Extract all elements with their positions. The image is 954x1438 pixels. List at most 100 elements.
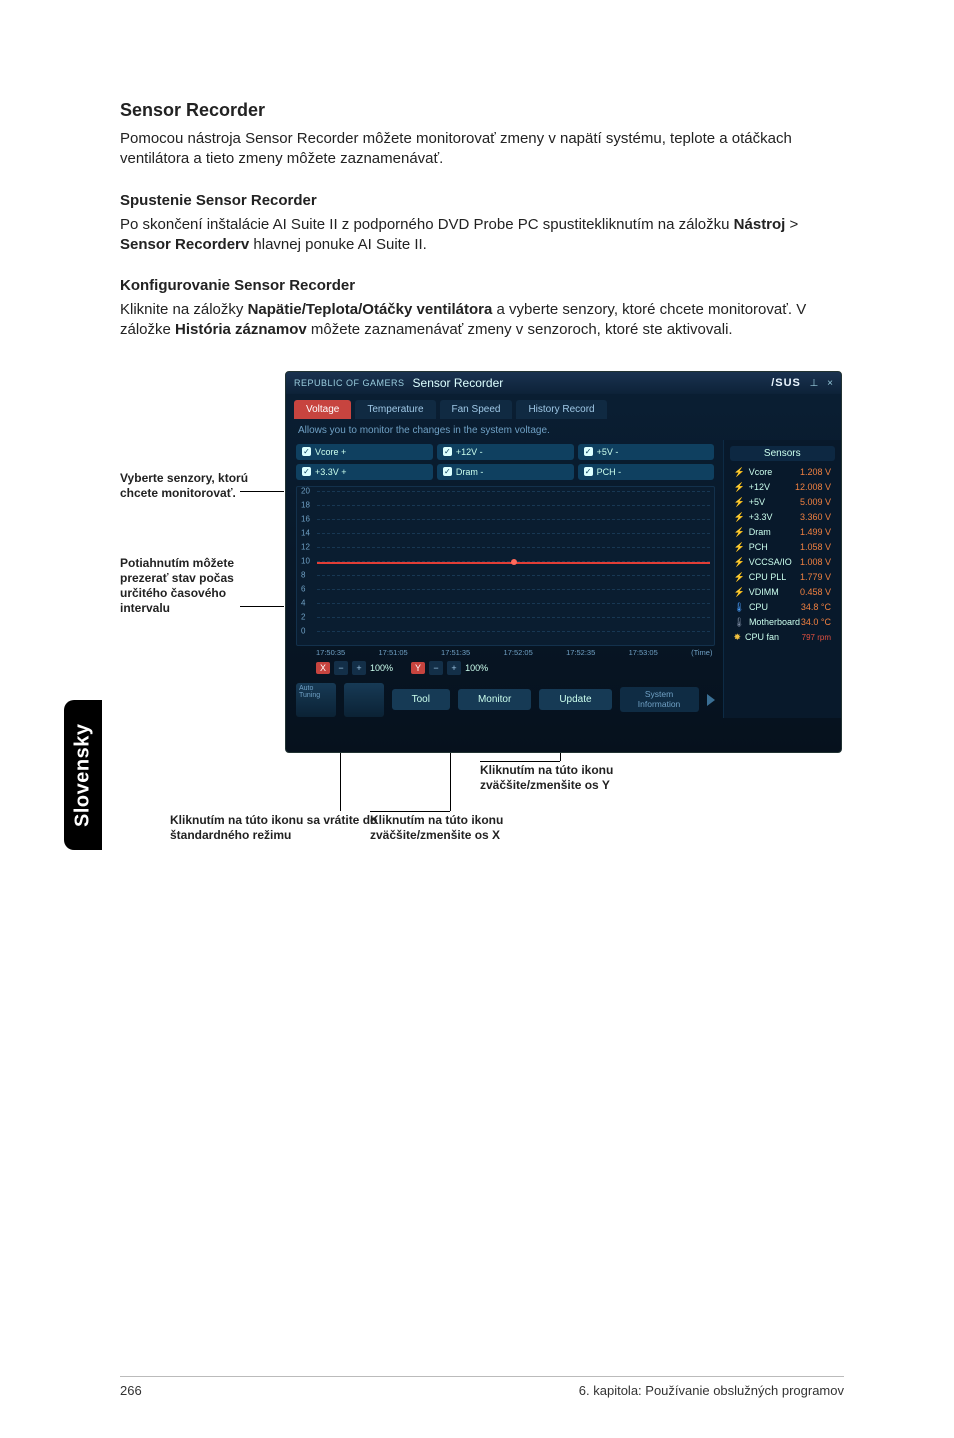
- bold-nastroj: Nástroj: [734, 216, 786, 233]
- paragraph-intro: Pomocou nástroja Sensor Recorder môžete …: [120, 129, 844, 170]
- sensor-row[interactable]: ⚡+12V12.008 V: [730, 480, 836, 495]
- checkbox-icon: ✓: [584, 467, 593, 476]
- sensor-value: 1.779 V: [800, 572, 831, 582]
- chart-gridline: [317, 533, 710, 534]
- tab-voltage[interactable]: Voltage: [294, 400, 351, 419]
- tab-temperature[interactable]: Temperature: [355, 400, 435, 419]
- sensor-icon: 🌡: [734, 602, 745, 612]
- zoom-y-label: Y: [411, 662, 425, 674]
- checkbox-label: +3.3V +: [315, 467, 347, 477]
- chart-x-tick: 17:51:35: [441, 648, 470, 657]
- sensor-name: CPU: [749, 602, 768, 612]
- sensor-icon: ⚡: [734, 482, 745, 492]
- sensor-icon: ⚡: [734, 557, 745, 567]
- text: >: [785, 216, 798, 233]
- sensor-checkbox[interactable]: ✓+3.3V +: [296, 464, 433, 480]
- chart-y-tick: 0: [301, 626, 305, 635]
- chart-gridline: [317, 631, 710, 632]
- sensor-icon: ⚡: [734, 527, 745, 537]
- system-info-button[interactable]: System Information: [620, 687, 699, 712]
- sensor-value: 1.208 V: [800, 467, 831, 477]
- sensor-icon: ⚡: [734, 512, 745, 522]
- text: Po skončení inštalácie AI Suite II z pod…: [120, 216, 734, 233]
- checkbox-icon: ✓: [302, 447, 311, 456]
- monitor-button[interactable]: Monitor: [458, 689, 531, 710]
- chart-gridline: [317, 547, 710, 548]
- sensor-name: Motherboard: [749, 617, 800, 627]
- sensor-value: 1.008 V: [800, 557, 831, 567]
- asus-logo: /SUS: [771, 377, 801, 389]
- sensor-checkbox[interactable]: ✓+12V -: [437, 444, 574, 460]
- text: Kliknite na záložky: [120, 301, 248, 318]
- checkbox-label: +5V -: [597, 447, 619, 457]
- chart-gridline: [317, 617, 710, 618]
- checkbox-icon: ✓: [584, 447, 593, 456]
- sensor-row[interactable]: ✸CPU fan797 rpm: [730, 630, 836, 645]
- sensor-checkbox[interactable]: ✓Dram -: [437, 464, 574, 480]
- figure-sensor-recorder: Vyberte senzory, ktorú chcete monitorova…: [120, 371, 844, 891]
- zoom-x-label: X: [316, 662, 330, 674]
- sensor-checkbox[interactable]: ✓Vcore +: [296, 444, 433, 460]
- sensor-row[interactable]: ⚡Vcore1.208 V: [730, 465, 836, 480]
- sensor-checkbox[interactable]: ✓ +5V -: [578, 444, 715, 460]
- bold-sensor-recorder: Sensor Recorderv: [120, 236, 249, 253]
- sensor-value: 12.008 V: [795, 482, 831, 492]
- zoom-y-in-button[interactable]: +: [447, 661, 461, 675]
- voltage-chart[interactable]: 20181614121086420: [296, 486, 715, 646]
- window-titlebar: REPUBLIC OF GAMERS Sensor Recorder /SUS …: [286, 372, 841, 394]
- sensor-row[interactable]: ⚡VDIMM0.458 V: [730, 585, 836, 600]
- leader-line: [240, 606, 284, 607]
- sensor-checkbox[interactable]: ✓PCH -: [578, 464, 715, 480]
- auto-tuning-button[interactable]: Auto Tuning: [296, 683, 336, 717]
- window-title: Sensor Recorder: [413, 376, 504, 390]
- tab-fan-speed[interactable]: Fan Speed: [440, 400, 513, 419]
- zoom-x-in-button[interactable]: +: [352, 661, 366, 675]
- sensor-row[interactable]: ⚡ +3.3V 3.360 V: [730, 510, 836, 525]
- chart-y-tick: 4: [301, 598, 305, 607]
- paragraph-konfigurovanie: Kliknite na záložky Napätie/Teplota/Otáč…: [120, 300, 844, 341]
- chart-y-tick: 2: [301, 612, 305, 621]
- page-footer: 266 6. kapitola: Používanie obslužných p…: [120, 1376, 844, 1398]
- sensor-row[interactable]: ⚡Dram1.499 V: [730, 525, 836, 540]
- sensor-row[interactable]: ⚡PCH1.058 V: [730, 540, 836, 555]
- zoom-x-out-button[interactable]: −: [334, 661, 348, 675]
- text: hlavnej ponuke AI Suite II.: [249, 236, 427, 253]
- update-button[interactable]: Update: [539, 689, 611, 710]
- chart-y-tick: 16: [301, 514, 310, 523]
- checkbox-icon: ✓: [443, 467, 452, 476]
- sensor-row[interactable]: ⚡+5V5.009 V: [730, 495, 836, 510]
- sensor-value: 797 rpm: [802, 633, 831, 642]
- thumb-button[interactable]: [344, 683, 384, 717]
- sensor-icon: ⚡: [734, 572, 745, 582]
- sensor-value: 34.0 °C: [801, 617, 831, 627]
- sensor-row[interactable]: ⚡VCCSA/IO1.008 V: [730, 555, 836, 570]
- chart-gridline: [317, 519, 710, 520]
- sensor-name: CPU PLL: [749, 572, 787, 582]
- heading-spustenie: Spustenie Sensor Recorder: [120, 192, 844, 209]
- sensor-recorder-window: REPUBLIC OF GAMERS Sensor Recorder /SUS …: [285, 371, 842, 753]
- chart-x-suffix: (Time): [691, 648, 712, 657]
- sensors-panel: Sensors ⚡Vcore1.208 V⚡+12V12.008 V⚡+5V5.…: [723, 440, 842, 718]
- sensor-value: 3.360 V: [800, 512, 831, 522]
- zoom-y-out-button[interactable]: −: [429, 661, 443, 675]
- sensor-row[interactable]: 🌡 Motherboard34.0 °C: [730, 615, 836, 630]
- next-arrow-icon[interactable]: [707, 694, 715, 706]
- sensor-value: 1.499 V: [800, 527, 831, 537]
- leader-line: [240, 491, 284, 492]
- sensor-name: +5V: [749, 497, 765, 507]
- close-icon[interactable]: ×: [827, 378, 833, 389]
- sensor-icon: ✸: [734, 632, 742, 642]
- tab-description: Allows you to monitor the changes in the…: [286, 419, 841, 440]
- sensor-row[interactable]: ⚡ CPU PLL 1.779 V: [730, 570, 836, 585]
- sensor-name: PCH: [749, 542, 768, 552]
- sensor-name: +3.3V: [749, 512, 773, 522]
- minimize-icon[interactable]: ⊥: [810, 378, 819, 389]
- tab-history-record[interactable]: History Record: [516, 400, 606, 419]
- tool-button[interactable]: Tool: [392, 689, 450, 710]
- sensor-row[interactable]: 🌡CPU34.8 °C: [730, 600, 836, 615]
- callout-zoom-x: Kliknutím na túto ikonu zväčšite/zmenšit…: [370, 813, 590, 843]
- brand-label: REPUBLIC OF GAMERS: [294, 378, 405, 388]
- chart-x-tick: 17:50:35: [316, 648, 345, 657]
- bold-tabs: Napätie/Teplota/Otáčky ventilátora: [248, 301, 493, 318]
- sensor-icon: 🌡: [734, 617, 745, 627]
